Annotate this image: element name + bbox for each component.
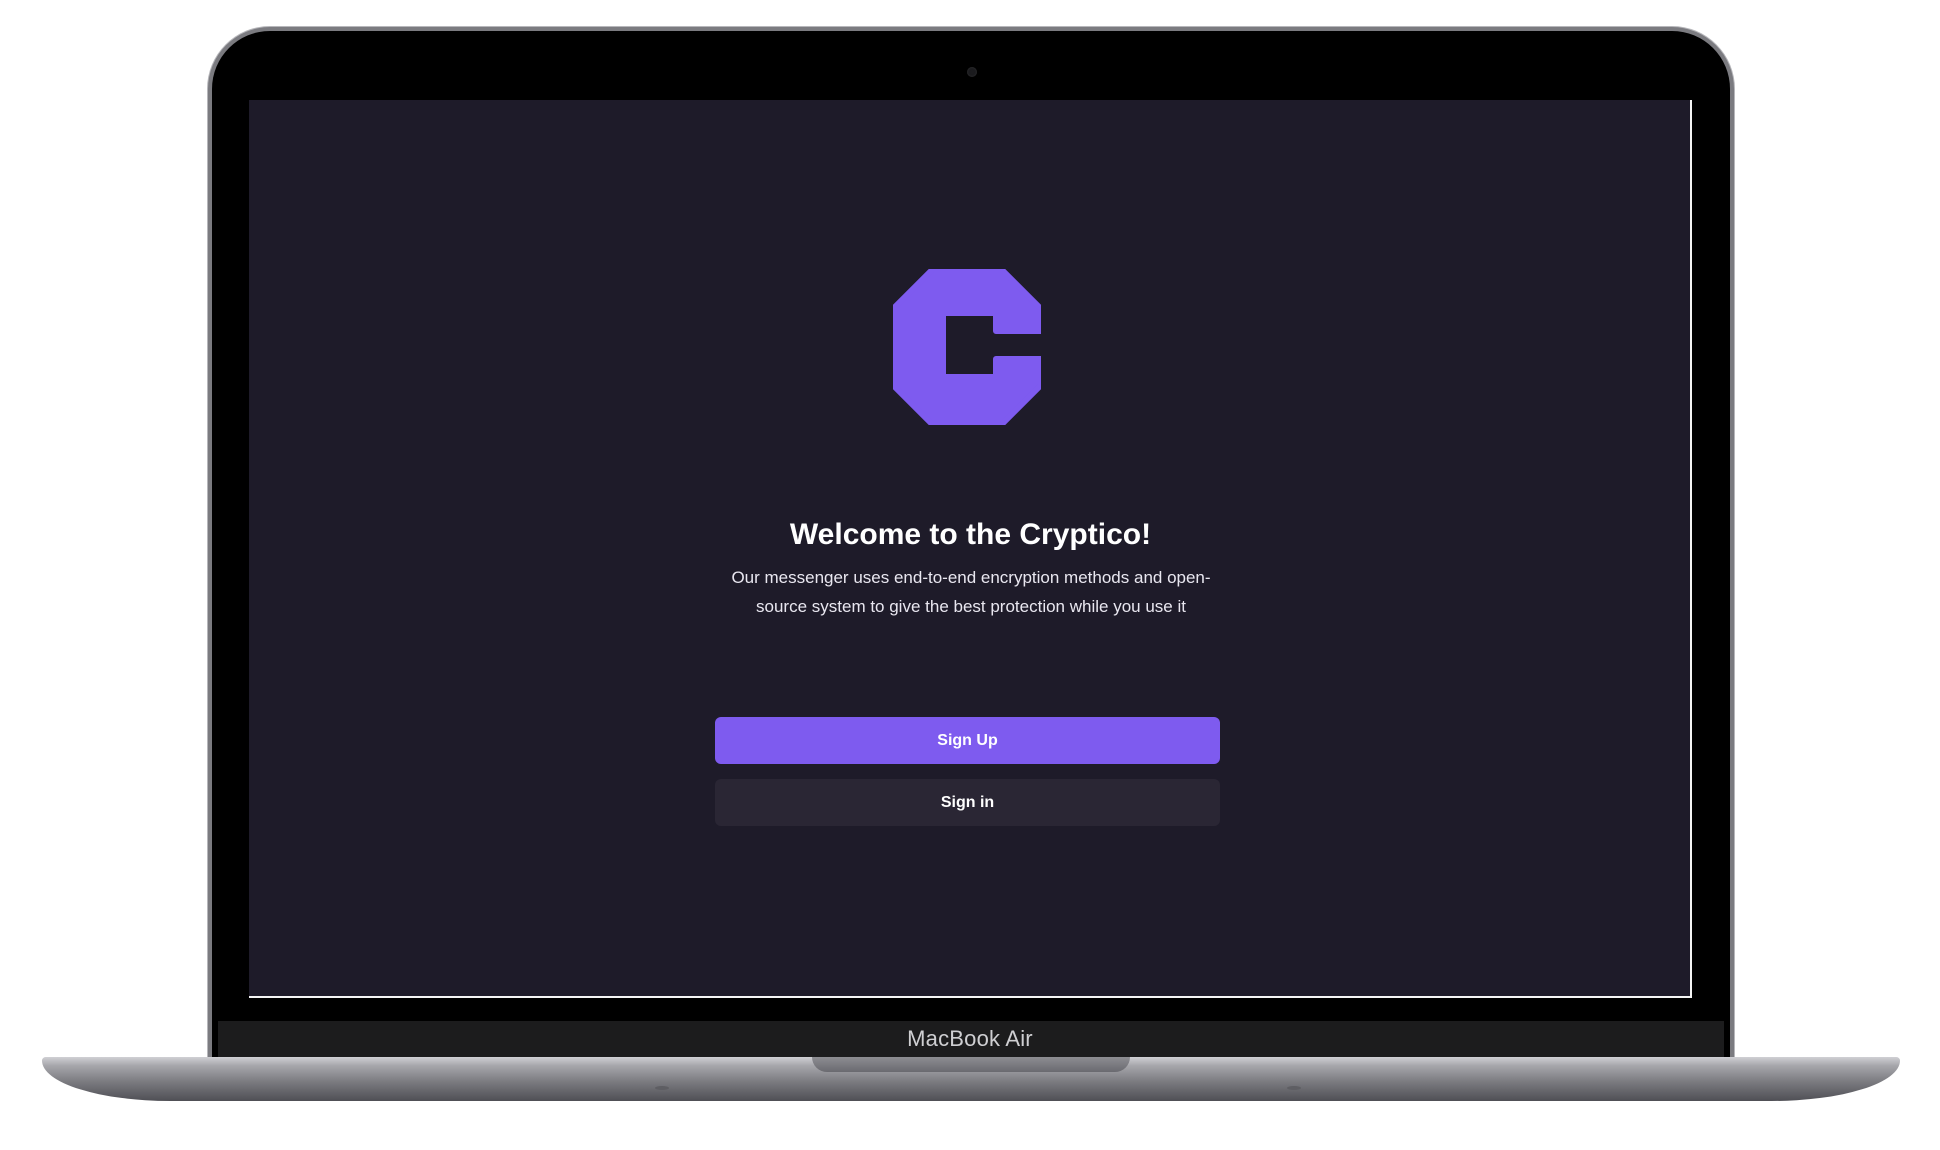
laptop-foot	[655, 1086, 669, 1090]
sign-in-button[interactable]: Sign in	[715, 779, 1220, 826]
laptop-foot	[1287, 1086, 1301, 1090]
laptop-mockup: Welcome to the Cryptico! Our messenger u…	[0, 0, 1940, 1150]
device-label: MacBook Air	[907, 1026, 1033, 1051]
welcome-title: Welcome to the Cryptico!	[789, 518, 1152, 551]
sign-up-button[interactable]: Sign Up	[715, 717, 1220, 764]
cryptico-logo-icon	[893, 269, 1041, 425]
camera-icon	[967, 67, 977, 77]
laptop-notch	[812, 1057, 1130, 1072]
welcome-description: Our messenger uses end-to-end encryption…	[731, 568, 1211, 616]
